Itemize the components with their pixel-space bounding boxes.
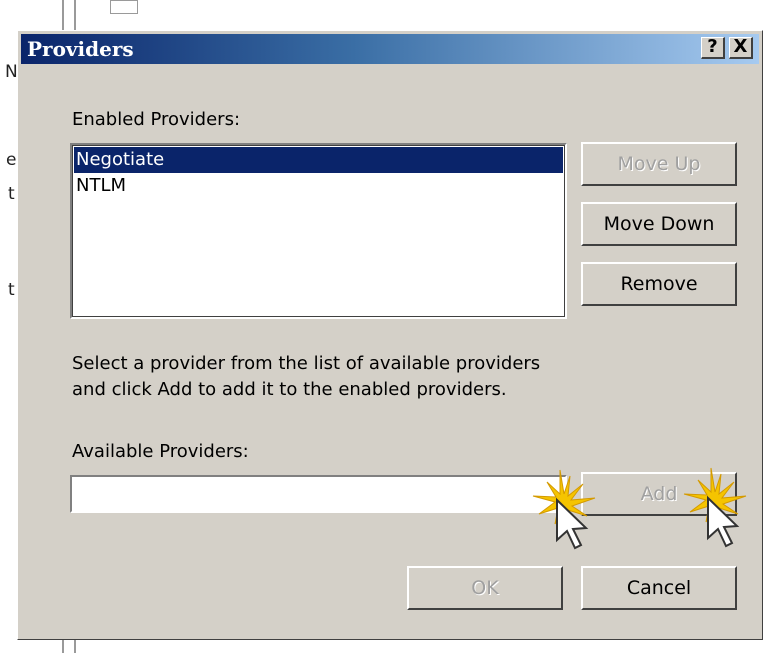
background-divider xyxy=(62,640,64,653)
help-button[interactable]: ? xyxy=(701,37,725,59)
click-cursor-icon xyxy=(683,467,747,548)
ok-button[interactable]: OK xyxy=(407,566,563,610)
close-button[interactable]: X xyxy=(729,37,753,59)
enabled-providers-list[interactable]: Negotiate NTLM xyxy=(70,143,567,319)
instructions-line-1: Select a provider from the list of avail… xyxy=(72,353,541,374)
background-panel xyxy=(110,0,138,14)
background-text: t xyxy=(8,184,15,204)
cancel-button[interactable]: Cancel xyxy=(581,566,737,610)
background-text: t xyxy=(8,280,15,300)
click-cursor-icon xyxy=(532,469,596,550)
background-divider xyxy=(74,0,76,30)
available-providers-label: Available Providers: xyxy=(72,441,249,462)
move-down-button[interactable]: Move Down xyxy=(581,202,737,246)
background-divider xyxy=(62,0,64,30)
background-text: e xyxy=(6,150,17,170)
remove-button[interactable]: Remove xyxy=(581,262,737,306)
background-divider xyxy=(74,640,76,653)
enabled-providers-label: Enabled Providers: xyxy=(72,109,241,130)
move-up-button[interactable]: Move Up xyxy=(581,142,737,186)
list-item-negotiate[interactable]: Negotiate xyxy=(74,147,563,173)
dialog-title: Providers xyxy=(27,37,134,61)
instructions-line-2: and click Add to add it to the enabled p… xyxy=(72,379,507,400)
available-providers-field[interactable] xyxy=(70,475,567,513)
list-item-ntlm[interactable]: NTLM xyxy=(74,173,563,199)
providers-dialog: Providers ? X Enabled Providers: Negotia… xyxy=(17,30,763,640)
title-bar[interactable]: Providers ? X xyxy=(21,34,759,64)
background-text: N xyxy=(5,62,18,82)
